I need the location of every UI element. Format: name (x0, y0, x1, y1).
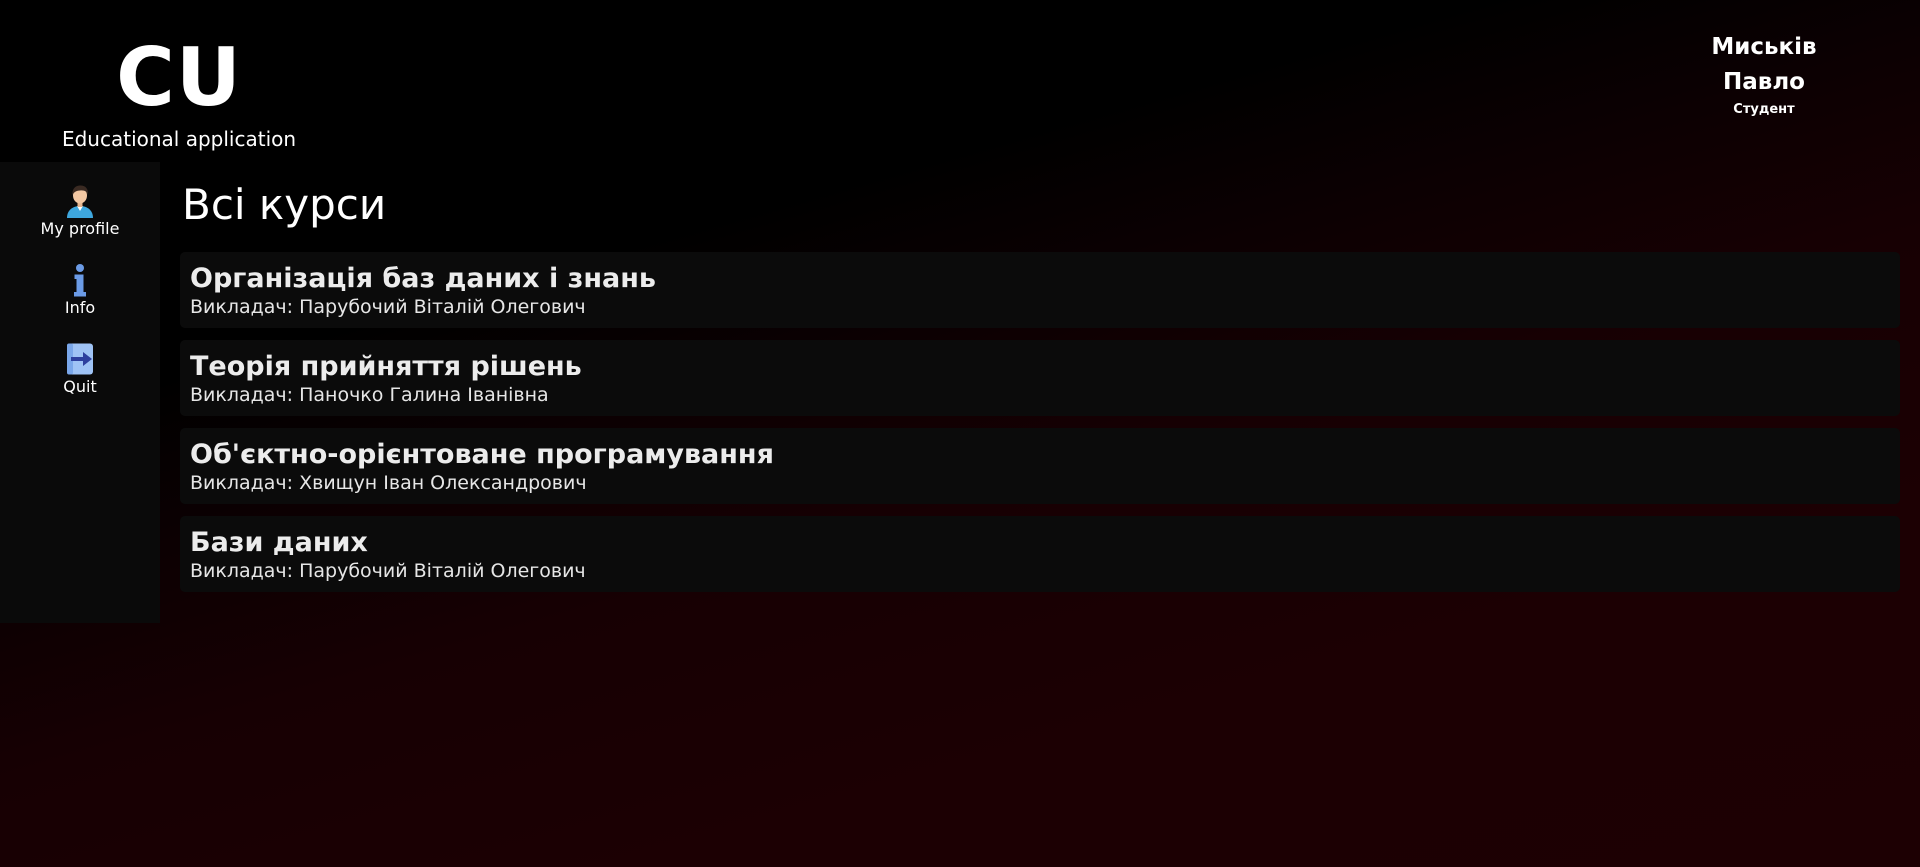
course-title: Бази даних (190, 527, 368, 558)
main-content: Всі курси Організація баз даних і знань … (180, 175, 1900, 604)
sidebar-item-my-profile[interactable]: My profile (0, 184, 160, 239)
course-card[interactable]: Теорія прийняття рішень Викладач: Паночк… (180, 340, 1900, 416)
app-header: CU Educational application Миськів Павло… (0, 0, 1920, 162)
app-subtitle: Educational application (61, 127, 297, 151)
sidebar-item-label: Info (64, 298, 96, 317)
user-firstname: Павло (1723, 69, 1805, 95)
course-teacher: Викладач: Парубочий Віталій Олегович (190, 295, 1890, 319)
teacher-prefix: Викладач: (190, 296, 294, 318)
sidebar-item-info[interactable]: Info (0, 263, 160, 318)
course-list: Організація баз даних і знань Викладач: … (180, 252, 1900, 592)
exit-arrow-icon (67, 343, 93, 375)
course-card[interactable]: Об'єктно-орієнтоване програмування Викла… (180, 428, 1900, 504)
course-card[interactable]: Бази даних Викладач: Парубочий Віталій О… (180, 516, 1900, 592)
teacher-prefix: Викладач: (190, 384, 294, 406)
sidebar-item-label: My profile (40, 219, 120, 238)
sidebar: My profile Info Quit (0, 162, 160, 623)
user-role: Студент (1733, 102, 1795, 117)
course-title: Об'єктно-орієнтоване програмування (190, 439, 774, 470)
user-surname: Миськів (1711, 34, 1817, 60)
user-avatar-icon (67, 185, 93, 218)
teacher-name: Паночко Галина Іванівна (299, 384, 549, 406)
course-title: Теорія прийняття рішень (190, 351, 582, 382)
teacher-prefix: Викладач: (190, 560, 294, 582)
page-title: Всі курси (182, 180, 387, 229)
course-title: Організація баз даних і знань (190, 263, 656, 294)
info-icon (74, 264, 86, 297)
course-teacher: Викладач: Парубочий Віталій Олегович (190, 559, 1890, 583)
teacher-name: Парубочий Віталій Олегович (299, 296, 586, 318)
course-card[interactable]: Організація баз даних і знань Викладач: … (180, 252, 1900, 328)
user-info: Миськів Павло Студент (1664, 30, 1864, 119)
sidebar-item-quit[interactable]: Quit (0, 342, 160, 397)
teacher-prefix: Викладач: (190, 472, 294, 494)
teacher-name: Хвищун Іван Олександрович (299, 472, 587, 494)
sidebar-item-label: Quit (63, 377, 97, 396)
course-teacher: Викладач: Хвищун Іван Олександрович (190, 471, 1890, 495)
teacher-name: Парубочий Віталій Олегович (299, 560, 586, 582)
app-logo[interactable]: CU Educational application (0, 30, 358, 152)
logo-mark: CU (116, 31, 242, 124)
course-teacher: Викладач: Паночко Галина Іванівна (190, 383, 1890, 407)
